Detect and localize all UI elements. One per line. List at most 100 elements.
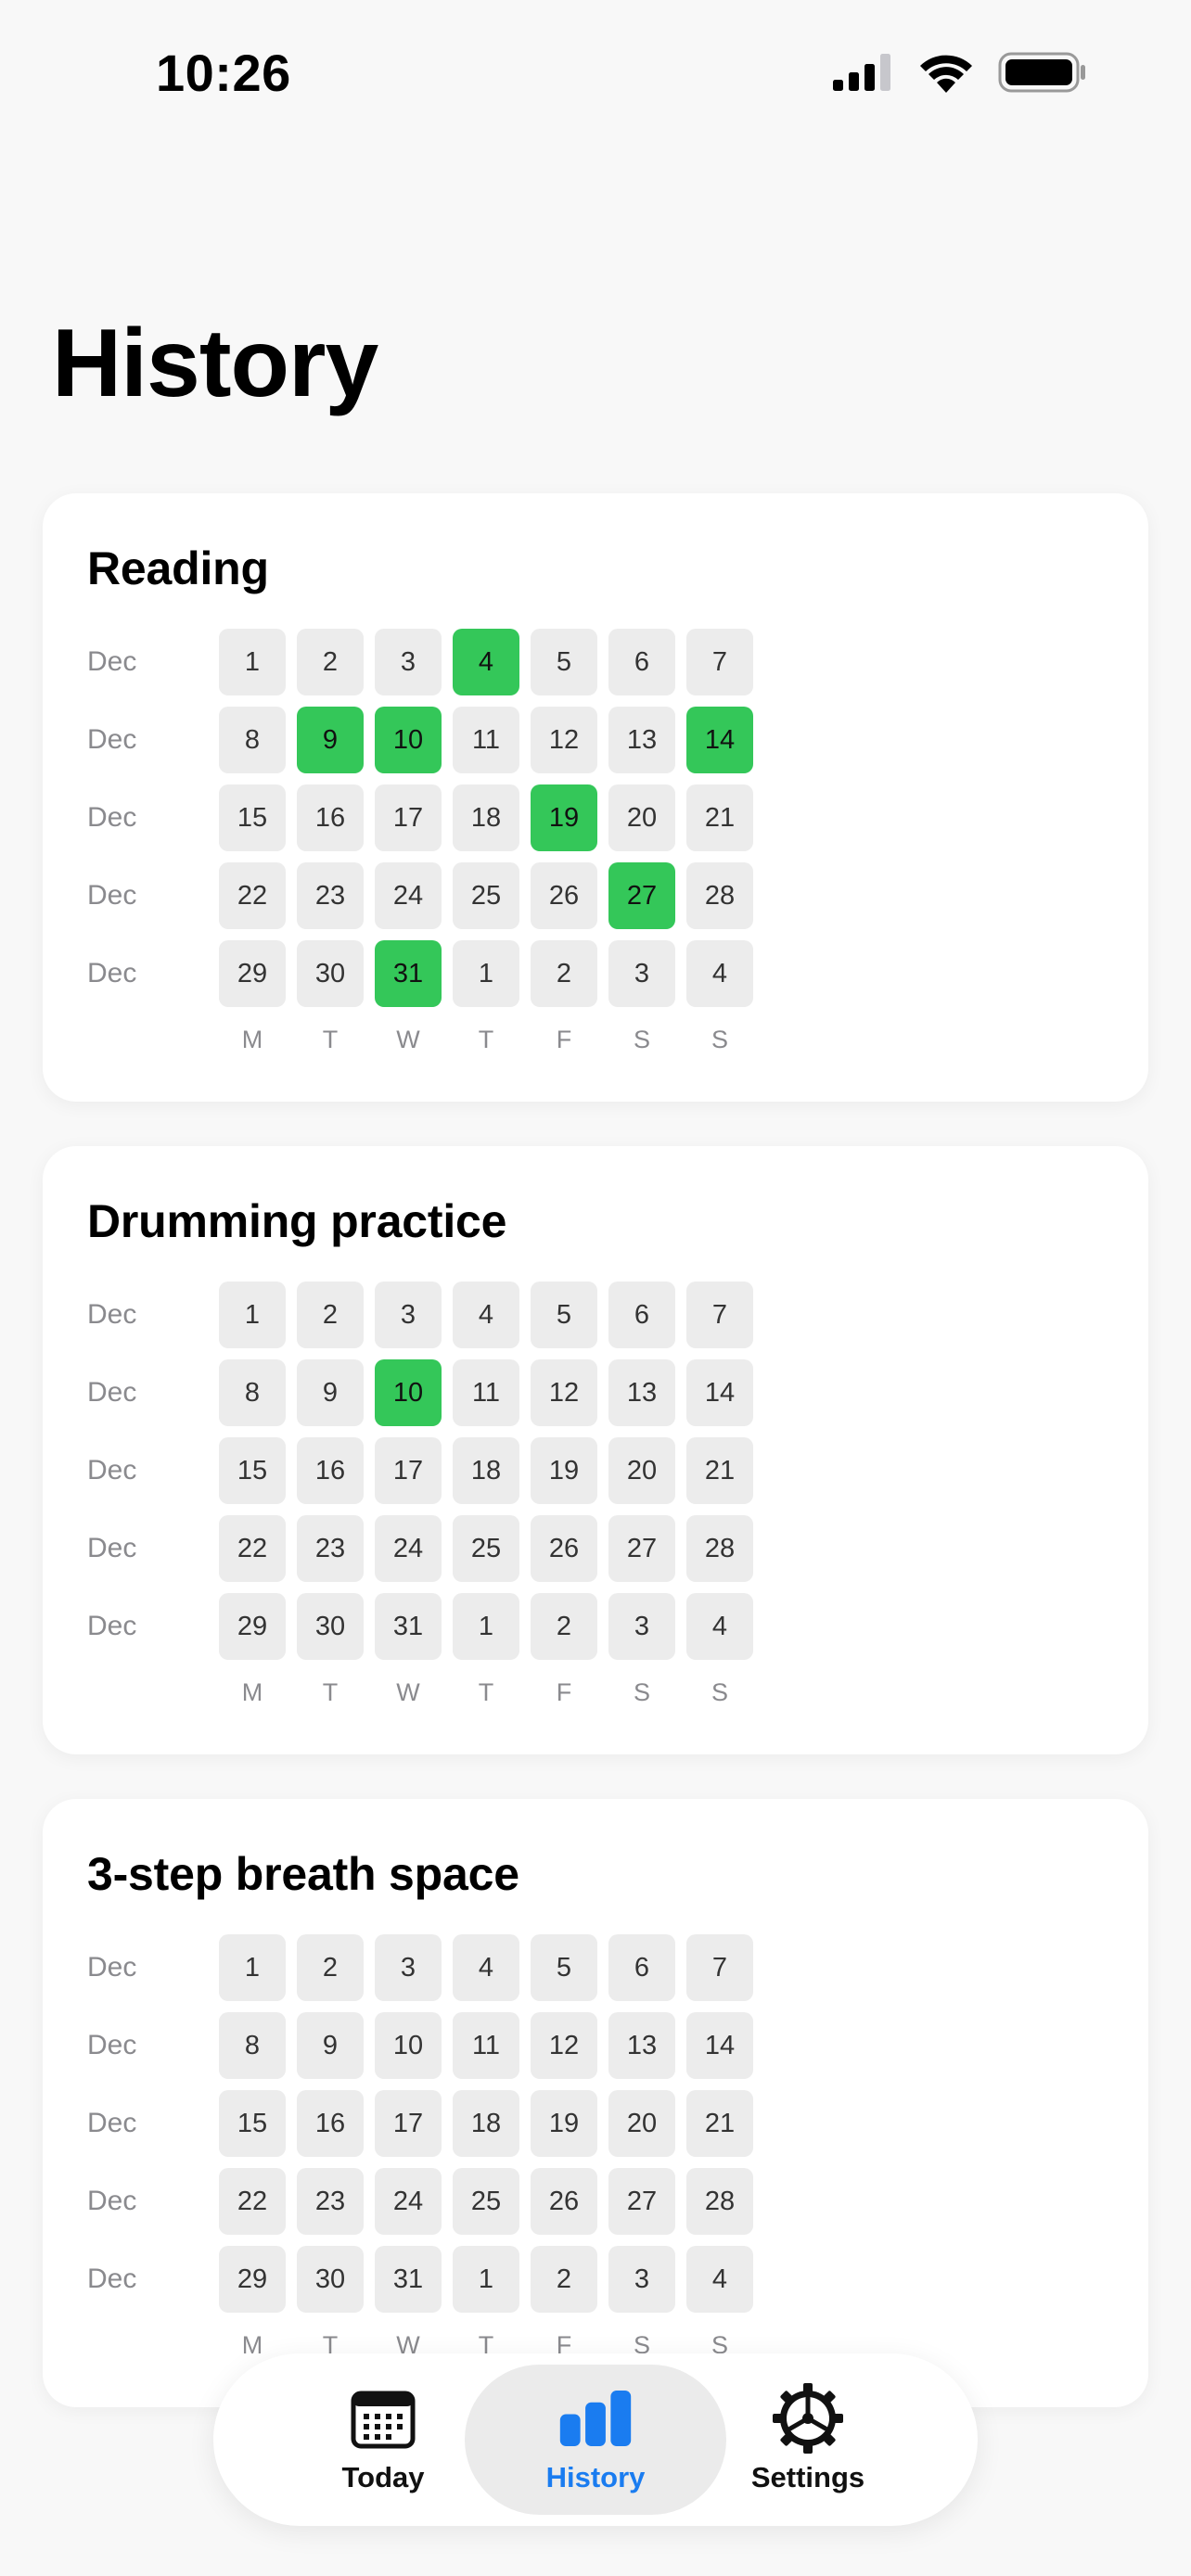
day-cell-completed[interactable]: 10 bbox=[375, 1359, 442, 1426]
day-cell[interactable]: 1 bbox=[219, 1282, 286, 1348]
day-cell[interactable]: 14 bbox=[686, 2012, 753, 2079]
day-cell[interactable]: 28 bbox=[686, 862, 753, 929]
day-cell[interactable]: 28 bbox=[686, 2168, 753, 2235]
day-cell[interactable]: 3 bbox=[608, 1593, 675, 1660]
day-cell[interactable]: 17 bbox=[375, 1437, 442, 1504]
day-cell[interactable]: 10 bbox=[375, 2012, 442, 2079]
day-cell-completed[interactable]: 27 bbox=[608, 862, 675, 929]
day-cell[interactable]: 30 bbox=[297, 2246, 364, 2313]
day-cell[interactable]: 3 bbox=[375, 1934, 442, 2001]
day-cell[interactable]: 20 bbox=[608, 1437, 675, 1504]
day-cell[interactable]: 25 bbox=[453, 1515, 519, 1582]
day-cell[interactable]: 5 bbox=[531, 1282, 597, 1348]
day-cell[interactable]: 12 bbox=[531, 707, 597, 773]
day-cell[interactable]: 20 bbox=[608, 784, 675, 851]
day-cell[interactable]: 23 bbox=[297, 1515, 364, 1582]
day-cell[interactable]: 4 bbox=[686, 2246, 753, 2313]
day-cell[interactable]: 8 bbox=[219, 2012, 286, 2079]
day-cell[interactable]: 15 bbox=[219, 784, 286, 851]
day-cell[interactable]: 13 bbox=[608, 1359, 675, 1426]
day-cell[interactable]: 18 bbox=[453, 1437, 519, 1504]
day-cell-completed[interactable]: 19 bbox=[531, 784, 597, 851]
day-cell[interactable]: 29 bbox=[219, 2246, 286, 2313]
day-cell[interactable]: 1 bbox=[219, 629, 286, 695]
day-cell[interactable]: 5 bbox=[531, 1934, 597, 2001]
day-cell[interactable]: 3 bbox=[608, 940, 675, 1007]
day-cell[interactable]: 31 bbox=[375, 2246, 442, 2313]
day-cell[interactable]: 2 bbox=[297, 1934, 364, 2001]
day-cell[interactable]: 6 bbox=[608, 1934, 675, 2001]
day-cell[interactable]: 22 bbox=[219, 1515, 286, 1582]
day-cell-completed[interactable]: 31 bbox=[375, 940, 442, 1007]
day-cell[interactable]: 24 bbox=[375, 1515, 442, 1582]
day-cell[interactable]: 2 bbox=[297, 629, 364, 695]
day-cell[interactable]: 4 bbox=[686, 940, 753, 1007]
day-cell-completed[interactable]: 14 bbox=[686, 707, 753, 773]
day-cell[interactable]: 17 bbox=[375, 784, 442, 851]
day-cell[interactable]: 16 bbox=[297, 1437, 364, 1504]
day-cell[interactable]: 7 bbox=[686, 1934, 753, 2001]
day-cell[interactable]: 26 bbox=[531, 1515, 597, 1582]
day-cell[interactable]: 19 bbox=[531, 2090, 597, 2157]
day-cell[interactable]: 2 bbox=[297, 1282, 364, 1348]
day-cell[interactable]: 2 bbox=[531, 2246, 597, 2313]
day-cell[interactable]: 4 bbox=[453, 1282, 519, 1348]
day-cell[interactable]: 9 bbox=[297, 2012, 364, 2079]
day-cell[interactable]: 4 bbox=[686, 1593, 753, 1660]
tab-settings[interactable]: Settings bbox=[677, 2365, 939, 2515]
day-cell[interactable]: 30 bbox=[297, 1593, 364, 1660]
day-cell[interactable]: 11 bbox=[453, 2012, 519, 2079]
day-cell[interactable]: 24 bbox=[375, 862, 442, 929]
day-cell[interactable]: 21 bbox=[686, 2090, 753, 2157]
day-cell[interactable]: 20 bbox=[608, 2090, 675, 2157]
day-cell[interactable]: 22 bbox=[219, 2168, 286, 2235]
day-cell[interactable]: 24 bbox=[375, 2168, 442, 2235]
day-cell[interactable]: 27 bbox=[608, 2168, 675, 2235]
day-cell[interactable]: 17 bbox=[375, 2090, 442, 2157]
day-cell[interactable]: 3 bbox=[608, 2246, 675, 2313]
day-cell[interactable]: 30 bbox=[297, 940, 364, 1007]
day-cell[interactable]: 13 bbox=[608, 2012, 675, 2079]
day-cell[interactable]: 31 bbox=[375, 1593, 442, 1660]
day-cell[interactable]: 18 bbox=[453, 784, 519, 851]
day-cell[interactable]: 6 bbox=[608, 629, 675, 695]
day-cell-completed[interactable]: 4 bbox=[453, 629, 519, 695]
day-cell[interactable]: 23 bbox=[297, 2168, 364, 2235]
day-cell[interactable]: 22 bbox=[219, 862, 286, 929]
day-cell[interactable]: 1 bbox=[453, 1593, 519, 1660]
day-cell[interactable]: 26 bbox=[531, 2168, 597, 2235]
day-cell-completed[interactable]: 10 bbox=[375, 707, 442, 773]
day-cell[interactable]: 11 bbox=[453, 707, 519, 773]
day-cell[interactable]: 7 bbox=[686, 1282, 753, 1348]
day-cell[interactable]: 27 bbox=[608, 1515, 675, 1582]
day-cell[interactable]: 1 bbox=[453, 940, 519, 1007]
day-cell[interactable]: 29 bbox=[219, 1593, 286, 1660]
day-cell[interactable]: 12 bbox=[531, 1359, 597, 1426]
day-cell[interactable]: 7 bbox=[686, 629, 753, 695]
day-cell[interactable]: 14 bbox=[686, 1359, 753, 1426]
day-cell[interactable]: 1 bbox=[453, 2246, 519, 2313]
day-cell[interactable]: 5 bbox=[531, 629, 597, 695]
day-cell[interactable]: 9 bbox=[297, 1359, 364, 1426]
day-cell[interactable]: 26 bbox=[531, 862, 597, 929]
day-cell[interactable]: 13 bbox=[608, 707, 675, 773]
day-cell[interactable]: 11 bbox=[453, 1359, 519, 1426]
day-cell[interactable]: 4 bbox=[453, 1934, 519, 2001]
day-cell[interactable]: 2 bbox=[531, 940, 597, 1007]
day-cell[interactable]: 3 bbox=[375, 1282, 442, 1348]
day-cell[interactable]: 8 bbox=[219, 707, 286, 773]
day-cell[interactable]: 2 bbox=[531, 1593, 597, 1660]
day-cell[interactable]: 21 bbox=[686, 784, 753, 851]
day-cell[interactable]: 8 bbox=[219, 1359, 286, 1426]
day-cell[interactable]: 16 bbox=[297, 784, 364, 851]
day-cell[interactable]: 6 bbox=[608, 1282, 675, 1348]
day-cell[interactable]: 21 bbox=[686, 1437, 753, 1504]
day-cell[interactable]: 23 bbox=[297, 862, 364, 929]
day-cell-completed[interactable]: 9 bbox=[297, 707, 364, 773]
day-cell[interactable]: 12 bbox=[531, 2012, 597, 2079]
day-cell[interactable]: 3 bbox=[375, 629, 442, 695]
day-cell[interactable]: 18 bbox=[453, 2090, 519, 2157]
day-cell[interactable]: 15 bbox=[219, 2090, 286, 2157]
day-cell[interactable]: 1 bbox=[219, 1934, 286, 2001]
day-cell[interactable]: 15 bbox=[219, 1437, 286, 1504]
